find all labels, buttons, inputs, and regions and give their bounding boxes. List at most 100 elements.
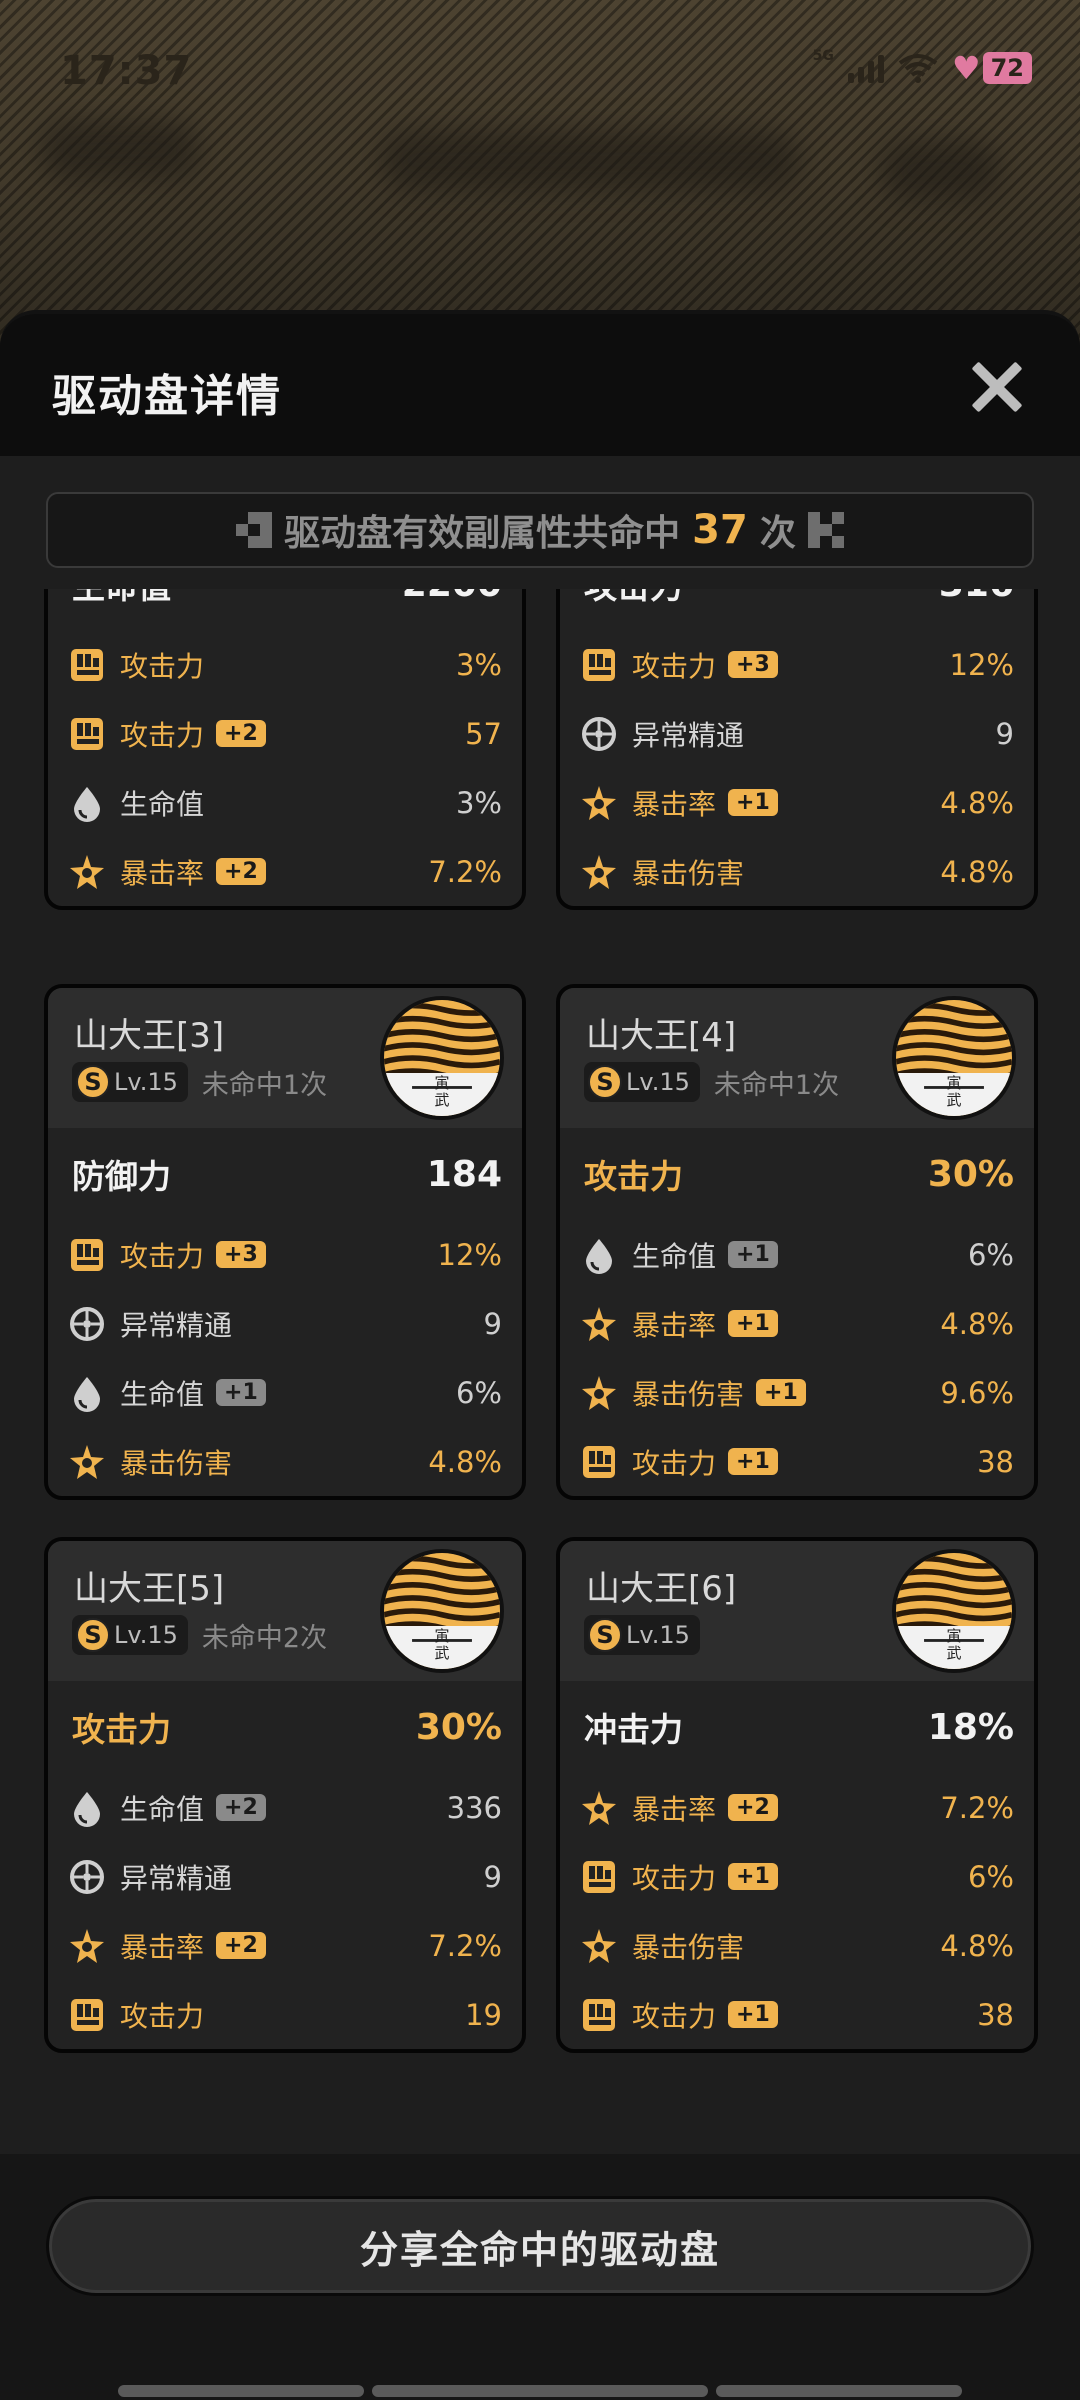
sub-stat-row: 生命值 3% [68, 768, 502, 837]
sub-stat-value: 9.6% [940, 1375, 1014, 1410]
sub-stat-row: 攻击力 +3 12% [68, 1220, 502, 1289]
main-stat-value: 184 [426, 1153, 502, 1195]
miss-count: 未命中1次 [201, 1069, 328, 1101]
sub-stat-label: 暴击率 [632, 1792, 717, 1826]
svg-text:武: 武 [947, 1644, 962, 1662]
sub-stat-label: 生命值 [632, 1239, 717, 1273]
roll-count-badge: +1 [728, 2001, 778, 2028]
sub-stat-row: 攻击力 +1 6% [580, 1842, 1014, 1911]
banner-prefix: 驱动盘有效副属性共命中 [284, 513, 681, 554]
svg-text:寅: 寅 [435, 1074, 450, 1092]
roll-count-badge: +1 [216, 1379, 266, 1406]
roll-count-badge: +2 [216, 720, 266, 747]
disc-name: 山大王[3] [74, 1016, 225, 1056]
sub-stat-row: 异常精通 9 [580, 699, 1014, 768]
share-button[interactable]: 分享全命中的驱动盘 [46, 2196, 1034, 2296]
disc-card[interactable]: S Lv.15 % 生命值 2200 攻击力 3% 攻击力 +2 57 生命值 … [44, 589, 526, 910]
sub-stat-label: 生命值 [120, 1792, 205, 1826]
sub-stat-row: 暴击率 +1 4.8% [580, 1289, 1014, 1358]
sub-stat-value: 6% [967, 1859, 1014, 1894]
sub-stat-row: 暴击率 +2 7.2% [68, 837, 502, 906]
crit-star-icon [580, 1305, 618, 1343]
roll-count-badge: +2 [728, 1794, 778, 1821]
rank-s-icon: S [76, 1065, 110, 1099]
disc-name: 山大王[6] [586, 1569, 737, 1609]
sheet-title: 驱动盘详情 [52, 371, 282, 422]
card-header: 山大王[3] S Lv.15 未命中1次 寅 武 [48, 988, 522, 1128]
disc-set-icon: 寅 武 [892, 1549, 1016, 1673]
sub-stat-value: 4.8% [428, 1444, 502, 1479]
disc-card[interactable]: 山大王[6] S Lv.15 寅 武 冲击力 18% 暴击率 +2 7.2% 攻… [556, 1537, 1038, 2053]
attack-icon [68, 715, 106, 753]
battery-indicator: ♥ 72 [952, 52, 1032, 84]
main-stat-row: 防御力 184 [68, 1128, 502, 1220]
banner-suffix: 次 [759, 513, 796, 554]
close-button[interactable] [968, 358, 1024, 414]
level-text: Lv.15 [114, 1068, 178, 1096]
crit-star-icon [580, 1374, 618, 1412]
sub-stat-label: 攻击力 [120, 718, 205, 752]
sub-stat-label: 攻击力 [632, 1999, 717, 2033]
disc-card[interactable]: 山大王[4] S Lv.15 未命中1次 寅 武 攻击力 30% 生命值 +1 … [556, 984, 1038, 1500]
sub-stat-row: 暴击率 +2 7.2% [68, 1911, 502, 1980]
crit-star-icon [580, 1789, 618, 1827]
sub-stat-value: 6% [967, 1237, 1014, 1272]
signal-icon [847, 53, 884, 83]
disc-card-list[interactable]: S Lv.15 % 生命值 2200 攻击力 3% 攻击力 +2 57 生命值 … [0, 589, 1080, 2154]
attack-icon [580, 1443, 618, 1481]
sub-stat-label: 生命值 [120, 1377, 205, 1411]
checker-right-icon [807, 512, 856, 548]
attack-icon [580, 646, 618, 684]
rank-s-icon: S [76, 1618, 110, 1652]
hp-drop-icon [68, 1374, 106, 1412]
sub-stat-row: 攻击力 +3 12% [580, 630, 1014, 699]
sub-stat-label: 攻击力 [632, 1446, 717, 1480]
sub-stat-label: 暴击率 [632, 787, 717, 821]
card-header: 山大王[5] S Lv.15 未命中2次 寅 武 [48, 1541, 522, 1681]
card-header: 山大王[6] S Lv.15 寅 武 [560, 1541, 1034, 1681]
sub-stat-value: 4.8% [940, 785, 1014, 820]
svg-text:寅: 寅 [947, 1074, 962, 1092]
checker-left-icon [224, 512, 273, 548]
disc-card[interactable]: 山大王[5] S Lv.15 未命中2次 寅 武 攻击力 30% 生命值 +2 … [44, 1537, 526, 2053]
main-stat-label: 攻击力 [584, 1157, 683, 1196]
banner-count: 37 [692, 507, 748, 553]
sub-stat-label: 异常精通 [120, 1308, 233, 1342]
hp-drop-icon [68, 784, 106, 822]
main-stat-value: 18% [927, 1706, 1014, 1748]
roll-count-badge: +3 [216, 1241, 266, 1268]
sub-stat-label: 生命值 [120, 787, 205, 821]
level-pill: S Lv.15 [72, 1062, 188, 1102]
crit-star-icon [580, 1927, 618, 1965]
disc-card[interactable]: 山大王[3] S Lv.15 未命中1次 寅 武 防御力 184 攻击力 +3 … [44, 984, 526, 1500]
sub-stat-label: 攻击力 [632, 1861, 717, 1895]
main-stat-value: 316 [939, 589, 1014, 605]
roll-count-badge: +2 [216, 858, 266, 885]
card-meta: S Lv.15 未命中1次 [72, 1062, 327, 1102]
main-stat-label: 生命值 [68, 589, 171, 608]
level-text: Lv.15 [114, 1621, 178, 1649]
sub-stat-label: 攻击力 [120, 649, 205, 683]
svg-text:武: 武 [435, 1644, 450, 1662]
sub-stat-value: 7.2% [940, 1790, 1014, 1825]
main-stat-label: 攻击力 [72, 1710, 171, 1749]
sub-stat-label: 异常精通 [632, 718, 745, 752]
disc-name: 山大王[5] [74, 1569, 225, 1609]
sub-stat-value: 4.8% [940, 1928, 1014, 1963]
card-body: 冲击力 18% 暴击率 +2 7.2% 攻击力 +1 6% 暴击伤害 4.8% … [560, 1681, 1034, 2049]
sub-stat-row: 暴击率 +1 4.8% [580, 768, 1014, 837]
card-body: 攻击力 30% 生命值 +2 336 异常精通 9 暴击率 +2 7.2% 攻击… [48, 1681, 522, 2049]
hit-summary-banner: 驱动盘有效副属性共命中 37 次 [46, 492, 1034, 568]
sheet-header: 驱动盘详情 [0, 314, 1080, 456]
roll-count-badge: +1 [728, 1863, 778, 1890]
sub-stat-label: 异常精通 [120, 1861, 233, 1895]
network-type: 5G [812, 48, 834, 64]
drive-disc-detail-sheet: 驱动盘详情 驱动盘有效副属性共命中 37 次 S Lv.15 % 生命值 220… [0, 310, 1080, 2400]
anomaly-icon [580, 715, 618, 753]
wifi-icon [898, 54, 938, 83]
level-text: Lv.15 [626, 1068, 690, 1096]
disc-card[interactable]: S Lv.15 % 攻击力 316 攻击力 +3 12% 异常精通 9 暴击率 … [556, 589, 1038, 910]
level-pill: S Lv.15 [72, 1615, 188, 1655]
disc-name: 山大王[4] [586, 1016, 737, 1056]
attack-icon [580, 1996, 618, 2034]
